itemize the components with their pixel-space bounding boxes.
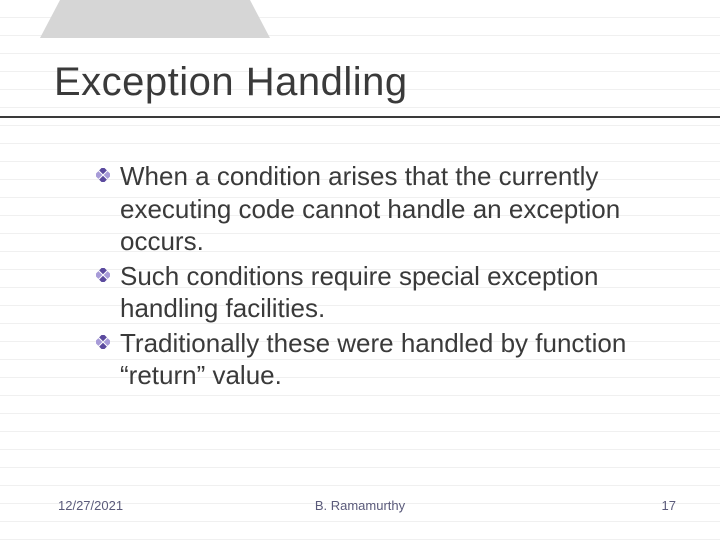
bullet-text: When a condition arises that the current… — [120, 161, 620, 256]
title-underline — [0, 116, 720, 118]
slide-footer: 12/27/2021 B. Ramamurthy 17 — [0, 498, 720, 518]
diamond-grid-icon — [96, 335, 110, 349]
bullet-text: Such conditions require special exceptio… — [120, 261, 598, 324]
bullet-item: Such conditions require special exceptio… — [96, 260, 660, 325]
diamond-grid-icon — [96, 168, 110, 182]
slide-body: When a condition arises that the current… — [96, 160, 660, 394]
diamond-grid-icon — [96, 268, 110, 282]
bullet-text: Traditionally these were handled by func… — [120, 328, 626, 391]
bullet-item: Traditionally these were handled by func… — [96, 327, 660, 392]
slide-title: Exception Handling — [54, 60, 408, 105]
footer-page-number: 17 — [662, 498, 676, 513]
bullet-item: When a condition arises that the current… — [96, 160, 660, 258]
footer-author: B. Ramamurthy — [0, 498, 720, 513]
slide: Exception Handling When a condition aris… — [0, 0, 720, 540]
